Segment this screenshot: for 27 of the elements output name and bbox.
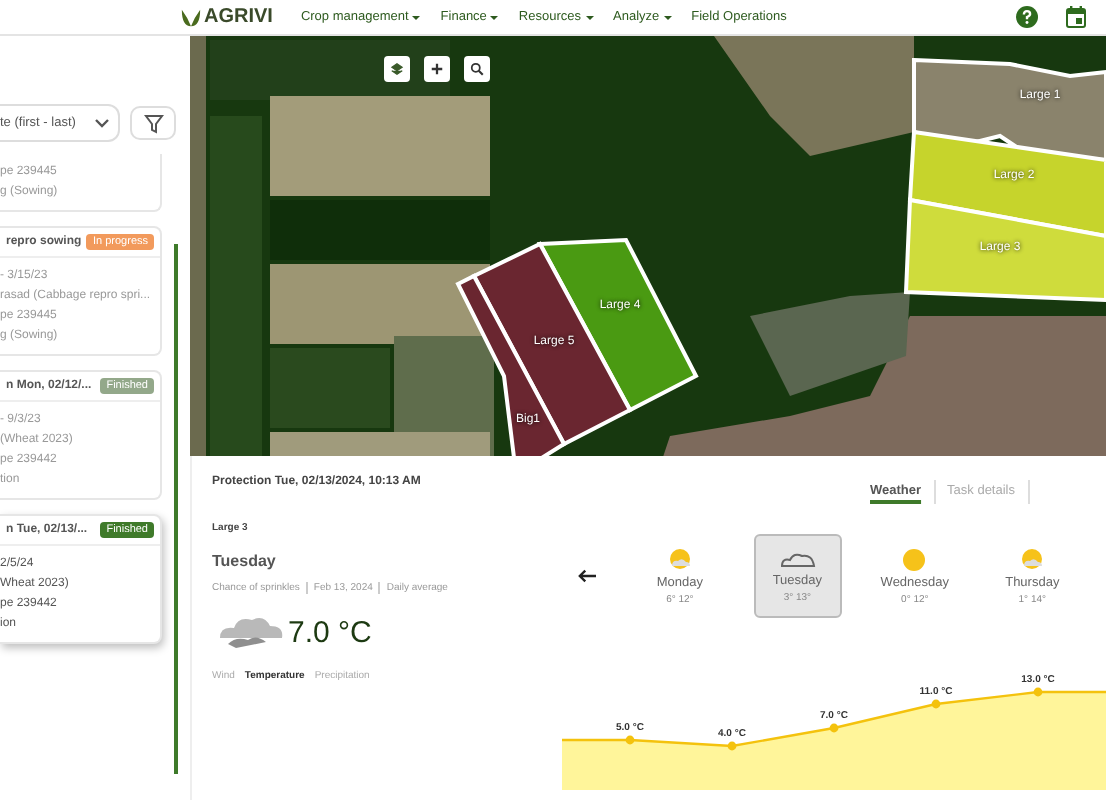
- layers-button[interactable]: [384, 56, 410, 82]
- data-point: [829, 723, 839, 733]
- field-parcel[interactable]: [455, 273, 567, 456]
- help-icon[interactable]: [1016, 6, 1038, 28]
- search-icon: [470, 62, 484, 76]
- back-arrow-icon[interactable]: [578, 568, 597, 584]
- data-point: [1033, 687, 1043, 697]
- plus-icon: [430, 62, 444, 76]
- filter-icon: [143, 113, 163, 133]
- data-point: [931, 699, 941, 709]
- sun-cloud-icon: [1020, 547, 1045, 571]
- calendar-icon[interactable]: [1066, 6, 1086, 28]
- brand-logo: AGRIVI: [204, 6, 273, 28]
- field-parcel[interactable]: [903, 197, 1106, 303]
- cloud-icon: [779, 549, 816, 569]
- data-point: [727, 741, 737, 751]
- chevron-down-icon: [94, 117, 110, 129]
- layers-icon: [390, 62, 404, 76]
- leaf-logo-icon: [180, 6, 202, 28]
- zoom-in-button[interactable]: [424, 56, 450, 82]
- sun-icon: [902, 547, 927, 571]
- filter-button[interactable]: [130, 106, 176, 140]
- data-point: [625, 735, 635, 745]
- search-button[interactable]: [464, 56, 490, 82]
- day-heading: Tuesday: [212, 552, 278, 570]
- sun-cloud-icon: [667, 547, 692, 571]
- temperature-value: 7.0 °C: [288, 615, 372, 649]
